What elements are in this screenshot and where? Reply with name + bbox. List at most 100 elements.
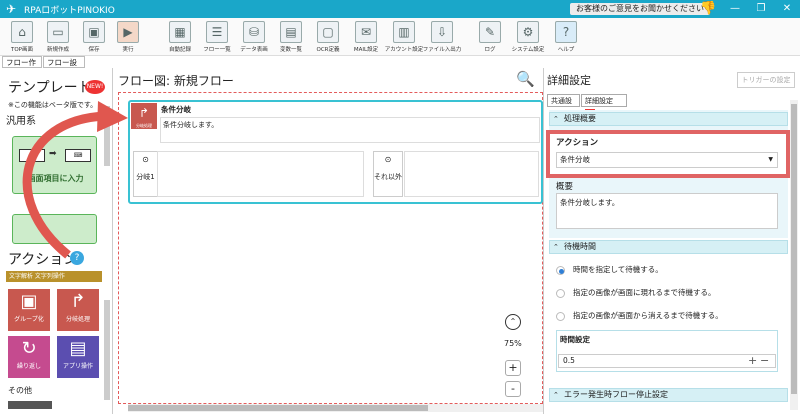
toolbar-new-button[interactable]: ▭ 新規作成 xyxy=(38,21,78,55)
summary-label: 概要 xyxy=(556,182,574,192)
error-header[interactable]: ⌃ エラー発生時フロー停止設定 xyxy=(549,388,788,402)
radio-button[interactable] xyxy=(556,265,565,275)
toolbar-system-button[interactable]: ⚙ システム設定 xyxy=(508,21,548,55)
toolbar-variable-list-button[interactable]: ▤ 変数一覧 xyxy=(271,21,311,55)
save-icon: ▣ xyxy=(83,21,105,43)
zoom-in-button[interactable]: + xyxy=(505,360,521,376)
ocr-icon: ▢ xyxy=(317,21,339,43)
decrement-icon[interactable]: − xyxy=(760,354,769,367)
minimize-icon[interactable]: — xyxy=(722,0,748,18)
action-group[interactable]: ▣ グループ化 xyxy=(8,289,50,331)
condition-desc: 条件分岐します。 xyxy=(163,121,219,129)
action-select[interactable]: 条件分岐 ▼ xyxy=(556,152,778,168)
action-scrollbar[interactable] xyxy=(104,300,110,400)
canvas-hscroll-thumb[interactable] xyxy=(128,405,428,411)
toolbar-data-table-button[interactable]: ⛁ データ表画 xyxy=(234,21,274,55)
action-branch[interactable]: ↱ 分岐処理 xyxy=(57,289,99,331)
flow-list-icon: ☰ xyxy=(206,21,228,43)
main-tabs: フロー作成 フロー設定 xyxy=(0,56,800,79)
branch-icon: ↱ xyxy=(70,291,86,312)
template-card-2[interactable] xyxy=(12,214,97,244)
mail-icon: ✉ xyxy=(355,21,377,43)
arrow-right-icon: ➡ xyxy=(49,149,57,159)
file-io-icon: ⇩ xyxy=(431,21,453,43)
toolbar-ocr-button[interactable]: ▢ OCR定義 xyxy=(308,21,348,55)
home-icon: ⌂ xyxy=(11,21,33,43)
radio-button[interactable] xyxy=(556,311,565,321)
app-title: RPAロボットPINOKIO xyxy=(24,5,115,16)
variable-list-icon: ▤ xyxy=(280,21,302,43)
template-scrollbar[interactable] xyxy=(104,106,110,166)
collapse-icon[interactable]: ⊙ xyxy=(374,155,402,164)
log-icon: ✎ xyxy=(479,21,501,43)
tab-flow-create[interactable]: フロー作成 xyxy=(2,56,42,79)
action-app[interactable]: ▤ アプリ操作 xyxy=(57,336,99,378)
chevron-down-icon: ▼ xyxy=(768,156,773,163)
collapse-icon: ⌃ xyxy=(553,115,559,123)
feedback-button[interactable]: お客様のご意見をお聞かせください xyxy=(570,3,710,15)
toolbar: ⌂ TOP画面 ▭ 新規作成 ▣ 保存 ▶ 実行 ▦ 自動記録 ☰ フロー一覧 ⛁ データ表画… xyxy=(0,18,800,56)
toolbar-account-button[interactable]: ▥ アカウント設定 xyxy=(384,21,424,55)
branch-icon: ↱ 分岐処理 xyxy=(131,103,157,129)
radio-image-disappear[interactable]: 指定の画像が画面から消えるまで待機する。 xyxy=(556,310,723,322)
collapse-icon[interactable]: ⊙ xyxy=(134,155,157,164)
toolbar-file-io-button[interactable]: ⇩ ファイル入出力 xyxy=(422,21,462,55)
search-icon[interactable]: 🔍 xyxy=(516,70,535,88)
branch-else-body[interactable] xyxy=(404,151,539,197)
tab-common[interactable]: 共通設定 xyxy=(547,94,580,118)
tab-detail[interactable]: 詳細設定 ! xyxy=(581,94,627,118)
toolbar-record-button[interactable]: ▦ 自動記録 xyxy=(160,21,200,55)
zoom-out-button[interactable]: - xyxy=(505,381,521,397)
account-icon: ▥ xyxy=(393,21,415,43)
general-label: 汎用系 xyxy=(6,116,36,127)
thumbs-down-icon[interactable]: 👎 xyxy=(700,1,722,17)
action-label: アクション xyxy=(556,138,599,148)
toolbar-run-button[interactable]: ▶ 実行 xyxy=(108,21,148,55)
new-badge: NEW! xyxy=(85,80,105,94)
time-label: 時間設定 xyxy=(560,335,590,344)
data-table-icon: ⛁ xyxy=(243,21,265,43)
collapse-icon: ⌃ xyxy=(553,391,559,399)
toolbar-help-button[interactable]: ? ヘルプ xyxy=(546,21,586,55)
flow-title: フロー図: 新規フロー xyxy=(118,74,234,88)
gear-icon: ⚙ xyxy=(517,21,539,43)
zoom-up-icon[interactable]: ⌃ xyxy=(505,314,521,330)
action-loop[interactable]: ↻ 繰り返し xyxy=(8,336,50,378)
toolbar-flow-list-button[interactable]: ☰ フロー一覧 xyxy=(197,21,237,55)
radio-time[interactable]: 時間を指定して待機する。 xyxy=(556,264,663,276)
new-file-icon: ▭ xyxy=(47,21,69,43)
help-icon: ? xyxy=(555,21,577,43)
toolbar-top-button[interactable]: ⌂ TOP画面 xyxy=(2,21,42,55)
time-input[interactable]: 0.5 xyxy=(558,354,776,368)
detail-scrollbar-thumb[interactable] xyxy=(791,104,797,394)
collapse-icon: ⌃ xyxy=(553,243,559,251)
zoom-level: 75% xyxy=(504,339,522,348)
increment-icon[interactable]: + xyxy=(748,354,757,367)
branch-1-body[interactable] xyxy=(157,151,364,197)
radio-image-appear[interactable]: 指定の画像が画面に現れるまで待機する。 xyxy=(556,287,716,299)
maximize-icon[interactable]: ❐ xyxy=(748,0,774,18)
other-item[interactable] xyxy=(8,401,52,409)
wait-header[interactable]: ⌃ 待機時間 xyxy=(549,240,788,254)
branch-else[interactable]: ⊙ それ以外 xyxy=(373,151,403,197)
detail-title: 詳細設定 xyxy=(547,74,591,87)
screen-icon: ▭ xyxy=(19,149,45,162)
run-icon: ▶ xyxy=(117,21,139,43)
trigger-button[interactable]: トリガーの設定 xyxy=(737,72,795,88)
tab-flow-settings[interactable]: フロー設定 xyxy=(43,56,85,79)
keyboard-icon: ⌨ xyxy=(65,149,91,162)
toolbar-log-button[interactable]: ✎ ログ xyxy=(470,21,510,55)
overview-header[interactable]: ⌃ 処理概要 xyxy=(549,112,788,126)
action-title: アクション xyxy=(8,252,78,268)
app-logo-icon: ✈ xyxy=(6,2,17,16)
template-card[interactable]: ▭ ➡ ⌨ 画面項目に入力 xyxy=(12,136,97,194)
radio-button[interactable] xyxy=(556,288,565,298)
group-icon: ▣ xyxy=(20,291,38,312)
close-icon[interactable]: ✕ xyxy=(774,0,800,18)
summary-textarea[interactable]: 条件分岐します。 xyxy=(556,193,778,229)
toolbar-mail-button[interactable]: ✉ MAIL設定 xyxy=(346,21,386,55)
branch-1[interactable]: ⊙ 分岐1 xyxy=(133,151,158,197)
action-tags: 文字解析 文字列操作 xyxy=(6,271,102,282)
condition-title: 条件分岐 xyxy=(161,105,191,114)
help-icon[interactable]: ? xyxy=(70,251,84,265)
